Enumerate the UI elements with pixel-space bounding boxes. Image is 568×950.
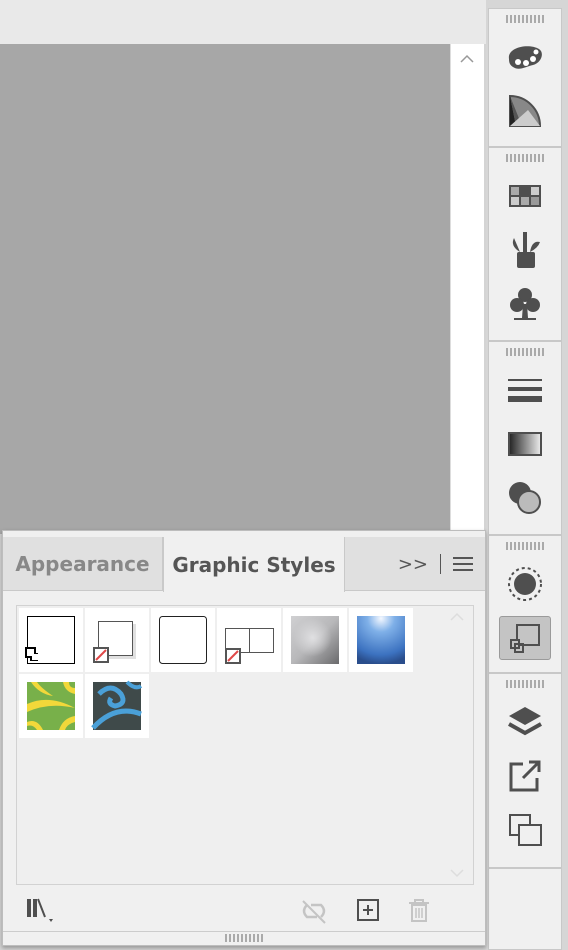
gray-bevel-style-icon <box>291 616 339 664</box>
vertical-scrollbar[interactable] <box>450 44 484 530</box>
style-swatch-drop-shadow[interactable] <box>85 608 149 672</box>
scroll-up-icon[interactable] <box>449 612 465 622</box>
panel-tabs: Appearance Graphic Styles >> <box>3 537 485 592</box>
grip-handle[interactable] <box>506 154 544 162</box>
style-swatch-blue-swirl[interactable] <box>85 674 149 738</box>
panel-dock <box>486 0 568 950</box>
panel-resize-handle[interactable] <box>3 931 485 945</box>
double-chevron-right-icon[interactable]: >> <box>398 554 428 575</box>
transparency-icon <box>509 482 541 514</box>
style-swatch-blue-gloss[interactable] <box>349 608 413 672</box>
style-swatch-rounded[interactable] <box>151 608 215 672</box>
green-yellow-pattern-style-icon <box>27 682 75 730</box>
color-panel-button[interactable] <box>499 35 551 79</box>
layers-button[interactable] <box>499 700 551 744</box>
tab-graphic-styles[interactable]: Graphic Styles <box>163 537 345 592</box>
drop-shadow-style-icon <box>93 621 136 663</box>
style-swatch-no-fill[interactable] <box>217 608 281 672</box>
trash-icon[interactable] <box>407 897 431 923</box>
scroll-up-icon[interactable] <box>459 54 475 64</box>
scroll-down-icon[interactable] <box>449 868 465 878</box>
default-style-icon <box>25 616 75 664</box>
dock-group-assets <box>488 147 562 341</box>
appearance-icon <box>508 567 542 601</box>
divider <box>440 554 441 574</box>
export-button[interactable] <box>499 754 551 798</box>
stroke-button[interactable] <box>499 368 551 412</box>
dock-group-stroke <box>488 341 562 535</box>
swatches-button[interactable] <box>499 174 551 218</box>
grip-handle[interactable] <box>506 348 544 356</box>
artboards-button[interactable] <box>499 808 551 852</box>
top-bar <box>0 0 486 44</box>
tab-appearance[interactable]: Appearance <box>3 537 163 591</box>
grip-handle[interactable] <box>506 542 544 550</box>
new-style-icon[interactable] <box>357 899 379 921</box>
export-icon <box>509 760 541 792</box>
layers-icon <box>508 707 542 736</box>
dock-group-color <box>488 8 562 147</box>
transparency-button[interactable] <box>499 476 551 520</box>
blue-swirl-pattern-style-icon <box>91 680 143 730</box>
dock-empty <box>488 868 562 950</box>
libraries-menu-icon[interactable] <box>25 897 59 923</box>
blue-gloss-style-icon <box>357 616 405 664</box>
dock-group-layers <box>488 673 562 868</box>
appearance-button[interactable] <box>499 562 551 606</box>
color-guide-icon <box>509 94 542 127</box>
palette-icon <box>508 46 542 69</box>
grip-handle[interactable] <box>506 680 544 688</box>
club-symbol-icon <box>510 288 540 320</box>
graphic-styles-icon <box>510 624 540 653</box>
stroke-icon <box>508 379 542 402</box>
canvas-area[interactable] <box>0 44 450 534</box>
graphic-styles-button[interactable] <box>499 616 551 660</box>
panel-footer <box>3 891 485 931</box>
color-guide-button[interactable] <box>499 89 551 133</box>
no-fill-style-icon <box>225 628 274 664</box>
symbols-button[interactable] <box>499 282 551 326</box>
style-swatch-gray-bevel[interactable] <box>283 608 347 672</box>
gradient-button[interactable] <box>499 422 551 466</box>
gradient-icon <box>508 432 542 456</box>
artboards-icon <box>509 814 542 846</box>
dock-group-appearance <box>488 535 562 673</box>
grip-handle[interactable] <box>506 15 544 23</box>
grip-handle[interactable] <box>225 934 263 942</box>
swatches-icon <box>509 185 541 207</box>
styles-grid <box>16 605 474 885</box>
brushes-button[interactable] <box>499 228 551 272</box>
style-swatch-green-pattern[interactable] <box>19 674 83 738</box>
brushes-icon <box>512 232 540 268</box>
style-swatch-default[interactable] <box>19 608 83 672</box>
panel-menu-icon[interactable] <box>453 556 473 572</box>
graphic-styles-panel: Appearance Graphic Styles >> <box>2 530 486 946</box>
break-link-icon[interactable] <box>299 899 329 925</box>
rounded-corners-style-icon <box>159 616 207 664</box>
